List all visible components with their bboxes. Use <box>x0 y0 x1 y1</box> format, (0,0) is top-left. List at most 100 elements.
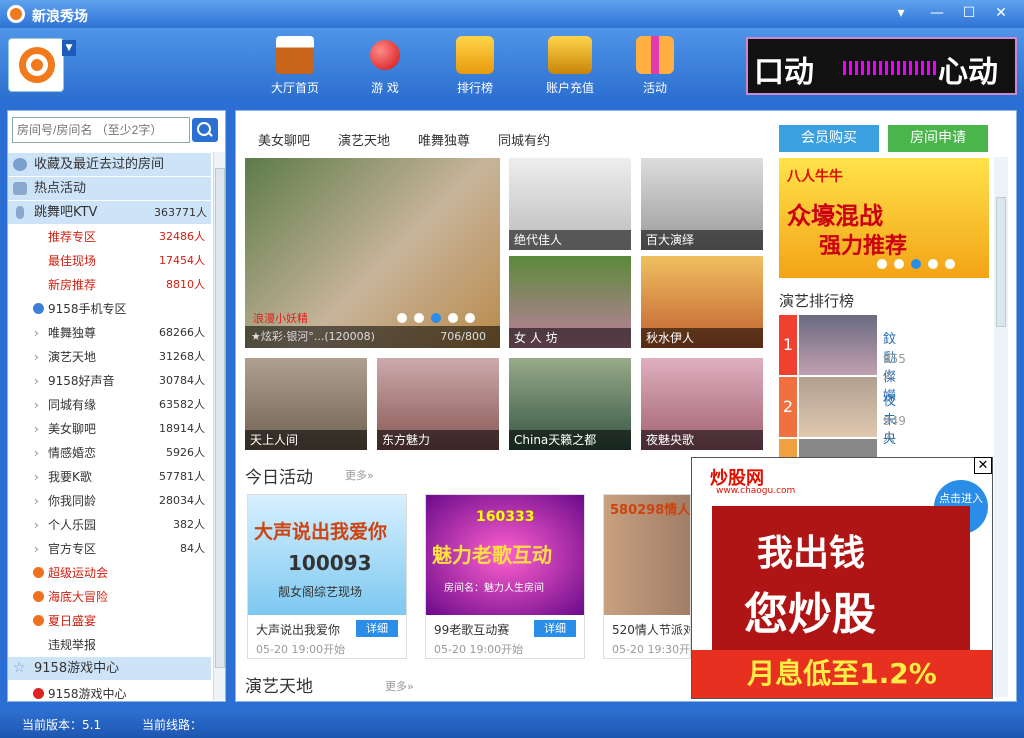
maximize-button[interactable]: ☐ <box>957 3 981 23</box>
brand-logo-icon[interactable] <box>8 38 64 92</box>
sidebar-item[interactable]: 最佳现场 17454人 <box>8 249 211 273</box>
ad-line1: 八人牛牛 <box>787 169 843 185</box>
sidebar-item[interactable]: › 我要K歌 57781人 <box>8 465 211 489</box>
vip-purchase-button[interactable]: 会员购买 <box>779 125 879 152</box>
activity-card[interactable]: 160333 魅力老歌互动 房间名：魅力人生房间 99老歌互动赛 05-20 1… <box>425 494 585 659</box>
sidebar-row-game-sub[interactable]: 9158游戏中心 <box>8 682 211 700</box>
sidebar-section-ktv[interactable]: 跳舞吧KTV 363771人 <box>8 201 211 224</box>
minimize-button[interactable]: — <box>925 3 949 23</box>
rank-avatar[interactable] <box>799 439 877 459</box>
scroll-thumb[interactable] <box>215 168 225 668</box>
sidebar-item[interactable]: › 同城有缘 63582人 <box>8 393 211 417</box>
top-banner-ad[interactable]: 口动 心动 <box>746 37 1017 95</box>
sidebar-item[interactable]: 违规举报 <box>8 633 211 657</box>
close-button[interactable]: ✕ <box>989 3 1013 23</box>
activity-title: 99老歌互动赛 <box>434 623 510 637</box>
rank-avatar[interactable] <box>799 315 877 375</box>
sidebar-item-label: 演艺天地 <box>48 350 97 364</box>
scroll-thumb[interactable] <box>996 197 1006 327</box>
room-search-input[interactable] <box>12 117 190 143</box>
right-ad-carousel[interactable]: 八人牛牛 众壕混战 强力推荐 <box>779 158 989 278</box>
activity-card[interactable]: 580298情人节 520情人节派对 05-20 19:30开始 <box>603 494 691 659</box>
sidebar-item-count: 382人 <box>173 518 205 531</box>
room-thumbnail[interactable]: 秋水伊人 <box>641 256 763 348</box>
sidebar-item[interactable]: 超级运动会 <box>8 561 211 585</box>
rank-avatar[interactable] <box>799 377 877 437</box>
room-thumbnail[interactable]: 夜魅央歌 <box>641 358 763 450</box>
search-icon[interactable] <box>192 118 218 142</box>
chevron-down-icon[interactable]: ▼ <box>62 40 76 56</box>
sidebar-item-label: 超级运动会 <box>48 566 109 580</box>
app-title: 新浪秀场 <box>32 9 88 25</box>
sidebar-item[interactable]: › 你我同龄 28034人 <box>8 489 211 513</box>
toolbar-ranking-button[interactable]: 排行榜 <box>442 36 508 98</box>
sidebar-section-game-center[interactable]: ☆ 9158游戏中心 <box>8 657 211 680</box>
hero-caption: ★炫彩·银河°...(120008) 706/800 <box>245 326 500 348</box>
sidebar-item-label: 美女聊吧 <box>48 422 97 436</box>
sidebar-item[interactable]: › 演艺天地 31268人 <box>8 345 211 369</box>
sidebar-item[interactable]: › 个人乐园 382人 <box>8 513 211 537</box>
hero-user-name: 浪漫小妖精 <box>253 312 308 325</box>
room-thumbnail[interactable]: 女 人 坊 <box>509 256 631 348</box>
tab-dance[interactable]: 唯舞独尊 <box>418 130 470 149</box>
activity-image: 580298情人节 <box>604 495 690 615</box>
sidebar-item[interactable]: 9158手机专区 <box>8 297 211 321</box>
toolbar-home-button[interactable]: 大厅首页 <box>262 36 328 98</box>
chevron-right-icon: › <box>34 350 39 364</box>
today-more-link[interactable]: 更多» <box>345 467 374 483</box>
hero-seats: 706/800 <box>440 330 486 343</box>
sidebar-item[interactable]: 海底大冒险 <box>8 585 211 609</box>
tab-local[interactable]: 同城有约 <box>498 130 550 149</box>
category-icon <box>33 303 44 314</box>
sidebar-item[interactable]: 推荐专区 32486人 <box>8 225 211 249</box>
sidebar-scrollbar[interactable] <box>213 152 225 700</box>
sidebar-item[interactable]: › 情感婚恋 5926人 <box>8 441 211 465</box>
sidebar-item[interactable]: 夏日盛宴 <box>8 609 211 633</box>
room-name: 女 人 坊 <box>509 328 631 348</box>
joystick-icon <box>370 40 400 70</box>
room-name: 天上人间 <box>245 430 367 450</box>
sidebar-section-hot[interactable]: 热点活动 <box>8 177 211 200</box>
room-thumbnail[interactable]: 东方魅力 <box>377 358 499 450</box>
activity-card[interactable]: 大声说出我爱你 100093 靓女阁综艺现场 大声说出我爱你 05-20 19:… <box>247 494 407 659</box>
sidebar-item-label: 违规举报 <box>48 638 97 652</box>
room-thumbnail[interactable]: 天上人间 <box>245 358 367 450</box>
carousel-dots[interactable] <box>397 312 482 326</box>
ad-carousel-dots[interactable] <box>877 258 962 272</box>
room-thumbnail[interactable]: China天籁之都 <box>509 358 631 450</box>
main-scrollbar[interactable] <box>994 157 1008 697</box>
toolbar-game-button[interactable]: 游 戏 <box>352 36 418 98</box>
hero-carousel[interactable]: 浪漫小妖精 ★炫彩·银河°...(120008) 706/800 <box>245 158 500 348</box>
room-thumbnail[interactable]: 百大演绎 <box>641 158 763 250</box>
activity-date: 05-20 19:00开始 <box>256 643 346 656</box>
chevron-right-icon: › <box>34 446 39 460</box>
toolbar-recharge-button[interactable]: 账户充值 <box>537 36 603 98</box>
performance-more-link[interactable]: 更多» <box>385 678 414 694</box>
sidebar-item-count: 84人 <box>180 542 205 555</box>
popup-ad[interactable]: 炒股网 www.chaogu.com 点击进入 我出钱 您炒股 月息低至1.2% <box>691 457 993 699</box>
sidebar-section-favorites[interactable]: 收藏及最近去过的房间 <box>8 153 211 176</box>
tab-beauty-chat[interactable]: 美女聊吧 <box>258 130 310 149</box>
sidebar-item[interactable]: 新房推荐 8810人 <box>8 273 211 297</box>
activity-detail-button[interactable]: 详细 <box>356 620 398 637</box>
sidebar-item[interactable]: › 美女聊吧 18914人 <box>8 417 211 441</box>
tab-performance[interactable]: 演艺天地 <box>338 130 390 149</box>
activity-image: 160333 魅力老歌互动 房间名：魅力人生房间 <box>426 495 584 615</box>
popup-close-icon[interactable]: ✕ <box>974 457 992 474</box>
sidebar-item[interactable]: › 官方专区 84人 <box>8 537 211 561</box>
menu-dropdown-button[interactable]: ▾ <box>889 3 913 23</box>
room-apply-button[interactable]: 房间申请 <box>888 125 988 152</box>
toolbar-activity-button[interactable]: 活动 <box>622 36 688 98</box>
sidebar-item[interactable]: › 9158好声音 30784人 <box>8 369 211 393</box>
sidebar-item[interactable]: › 唯舞独尊 68266人 <box>8 321 211 345</box>
chevron-right-icon: › <box>34 470 39 484</box>
popup-line2: 您炒股 <box>744 589 876 640</box>
section-label: 跳舞吧KTV <box>34 205 98 220</box>
room-thumbnail[interactable]: 绝代佳人 <box>509 158 631 250</box>
activity-image-title: 魅力老歌互动 <box>432 543 552 567</box>
sidebar-item-count: 30784人 <box>159 374 205 387</box>
activity-detail-button[interactable]: 详细 <box>534 620 576 637</box>
gift-icon <box>636 36 674 74</box>
category-icon <box>33 591 44 602</box>
sidebar-item-label: 你我同龄 <box>48 494 97 508</box>
